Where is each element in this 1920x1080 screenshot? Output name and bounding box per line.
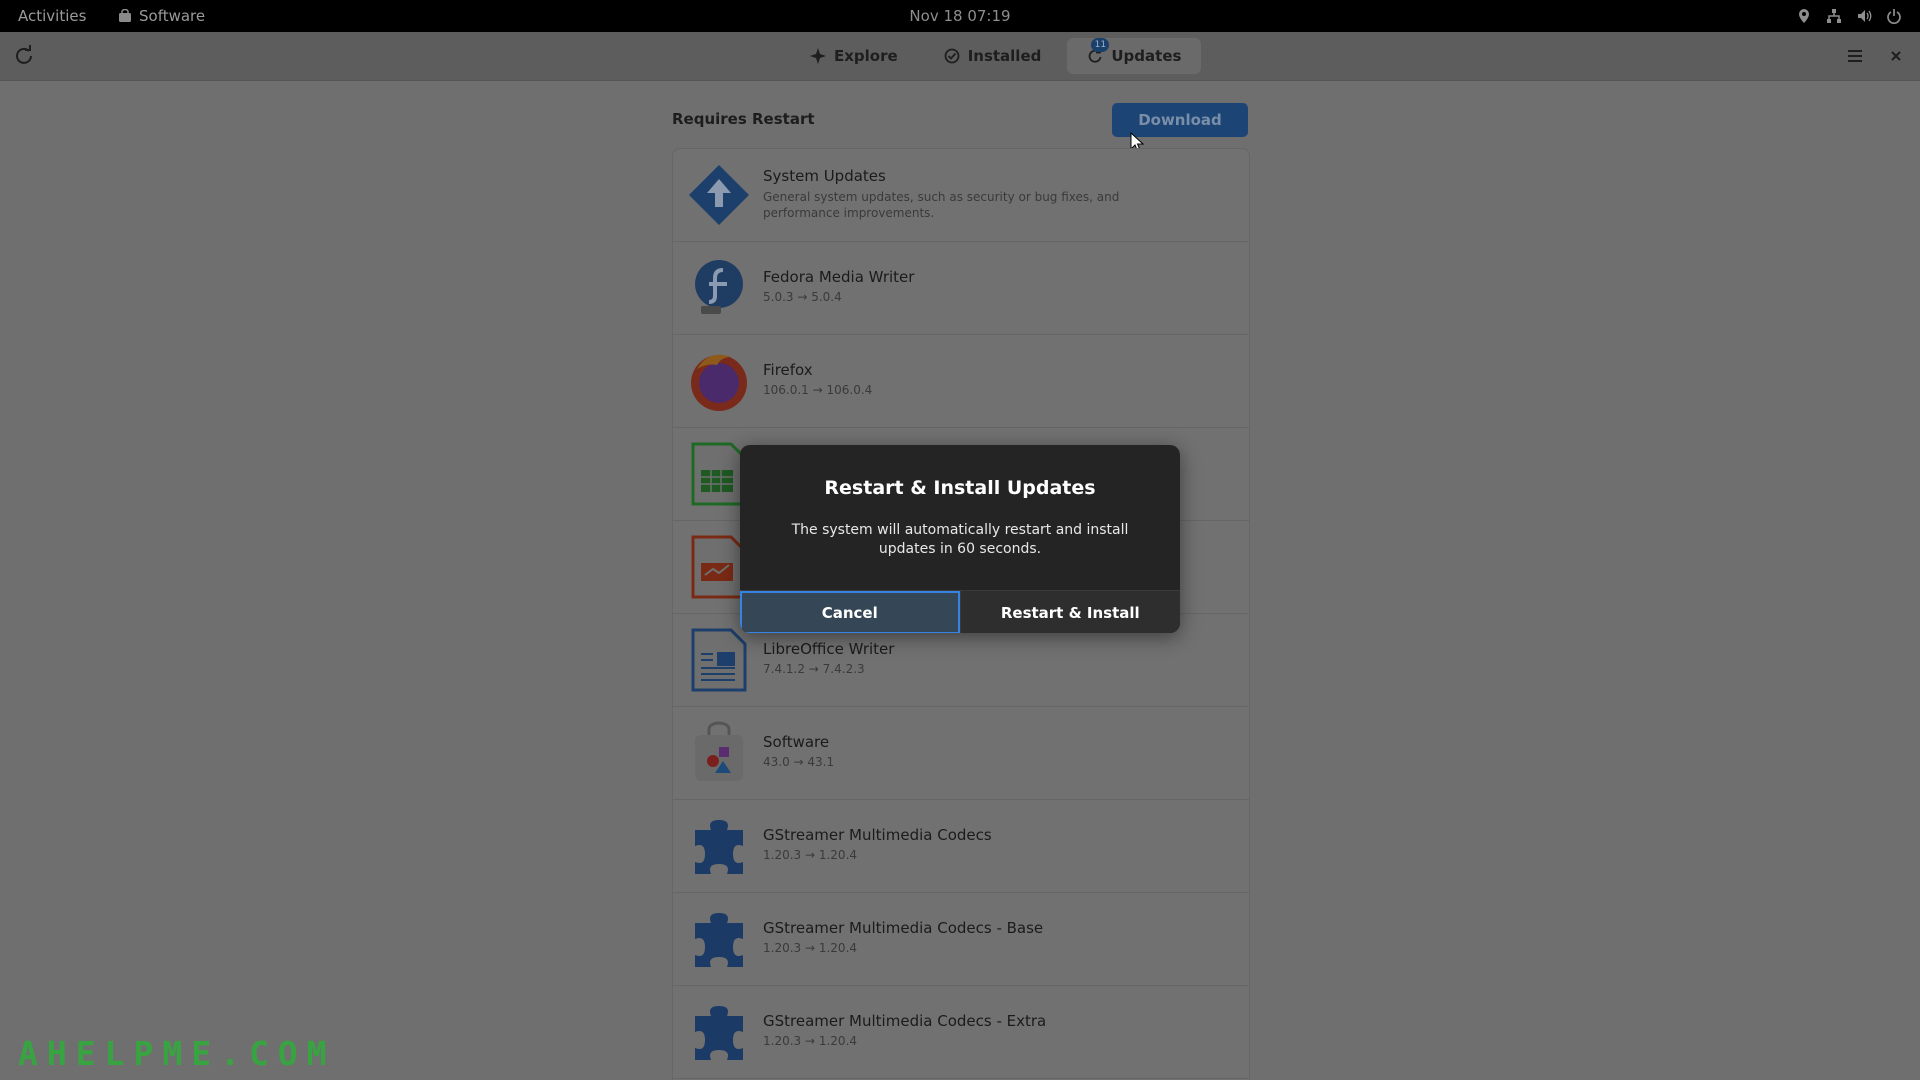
updates-icon-wrap: 11 bbox=[1087, 38, 1110, 64]
installed-icon bbox=[944, 48, 960, 64]
system-tray[interactable] bbox=[1796, 0, 1902, 32]
libreoffice-writer-icon bbox=[691, 628, 747, 692]
list-item[interactable]: Software 43.0 → 43.1 bbox=[673, 707, 1249, 800]
cancel-button[interactable]: Cancel bbox=[740, 591, 960, 633]
update-version: 1.20.3 → 1.20.4 bbox=[763, 1034, 858, 1048]
view-switcher: Explore Installed 11 Updates bbox=[790, 38, 1202, 74]
tab-installed[interactable]: Installed bbox=[924, 38, 1062, 74]
explore-icon bbox=[810, 48, 826, 64]
update-name: Software bbox=[763, 733, 830, 751]
refresh-icon[interactable] bbox=[10, 42, 38, 70]
app-menu-label: Software bbox=[139, 7, 206, 25]
software-icon bbox=[695, 721, 743, 781]
tab-installed-label: Installed bbox=[967, 47, 1042, 65]
update-version: 1.20.3 → 1.20.4 bbox=[763, 941, 858, 955]
puzzle-icon bbox=[695, 1006, 743, 1060]
update-version: 5.0.3 → 5.0.4 bbox=[763, 290, 842, 304]
software-bag-icon bbox=[119, 9, 131, 22]
update-version: 1.20.3 → 1.20.4 bbox=[763, 848, 858, 862]
list-item[interactable]: System Updates General system updates, s… bbox=[673, 149, 1249, 242]
restart-dialog: Restart & Install Updates The system wil… bbox=[740, 445, 1180, 633]
restart-install-button[interactable]: Restart & Install bbox=[959, 591, 1180, 633]
dialog-message: The system will automatically restart an… bbox=[791, 522, 1129, 557]
puzzle-icon bbox=[695, 913, 743, 967]
tab-explore-label: Explore bbox=[834, 47, 898, 65]
location-icon bbox=[1799, 9, 1809, 23]
list-item[interactable]: Fedora Media Writer 5.0.3 → 5.0.4 bbox=[673, 242, 1249, 335]
update-name: GStreamer Multimedia Codecs bbox=[763, 826, 992, 844]
dialog-title: Restart & Install Updates bbox=[824, 477, 1096, 499]
header-bar: Explore Installed 11 Updates bbox=[0, 32, 1920, 81]
update-version: 7.4.1.2 → 7.4.2.3 bbox=[763, 662, 865, 676]
activities-button[interactable]: Activities bbox=[18, 0, 86, 32]
watermark: AHELPME.COM bbox=[18, 1034, 336, 1073]
tab-updates-label: Updates bbox=[1111, 47, 1182, 65]
updates-count-badge: 11 bbox=[1091, 38, 1110, 52]
clock[interactable]: Nov 18 07:19 bbox=[909, 7, 1010, 25]
puzzle-icon bbox=[695, 820, 743, 874]
system-updates-icon bbox=[689, 165, 749, 225]
app-menu[interactable]: Software bbox=[118, 0, 205, 32]
update-name: GStreamer Multimedia Codecs - Extra bbox=[763, 1012, 1047, 1030]
update-name: LibreOffice Writer bbox=[763, 640, 895, 658]
clock-container: Nov 18 07:19 bbox=[0, 0, 1920, 32]
dialog-actions: Cancel Restart & Install bbox=[740, 590, 1180, 633]
close-icon[interactable] bbox=[1884, 44, 1908, 68]
tab-explore[interactable]: Explore bbox=[790, 38, 918, 74]
network-wired-icon bbox=[1827, 9, 1841, 23]
update-name: Fedora Media Writer bbox=[763, 268, 915, 286]
hamburger-menu-icon[interactable] bbox=[1842, 44, 1868, 68]
update-description: General system updates, such as security… bbox=[763, 190, 1120, 220]
update-name: System Updates bbox=[763, 167, 886, 185]
fedora-media-writer-icon bbox=[695, 260, 743, 314]
list-item[interactable]: GStreamer Multimedia Codecs - Base 1.20.… bbox=[673, 893, 1249, 986]
update-version: 43.0 → 43.1 bbox=[763, 755, 835, 769]
top-bar: Activities Software Nov 18 07:19 bbox=[0, 0, 1920, 32]
volume-icon bbox=[1858, 10, 1872, 22]
update-name: Firefox bbox=[763, 361, 813, 379]
firefox-icon bbox=[691, 354, 747, 411]
update-name: GStreamer Multimedia Codecs - Base bbox=[763, 919, 1044, 937]
tab-updates[interactable]: 11 Updates bbox=[1067, 38, 1202, 74]
list-item[interactable]: GStreamer Multimedia Codecs - Extra 1.20… bbox=[673, 986, 1249, 1079]
list-item[interactable]: Firefox 106.0.1 → 106.0.4 bbox=[673, 335, 1249, 428]
list-item[interactable]: GStreamer Multimedia Codecs 1.20.3 → 1.2… bbox=[673, 800, 1249, 893]
update-version: 106.0.1 → 106.0.4 bbox=[763, 383, 873, 397]
power-icon bbox=[1887, 9, 1901, 24]
section-title: Requires Restart bbox=[672, 110, 815, 128]
